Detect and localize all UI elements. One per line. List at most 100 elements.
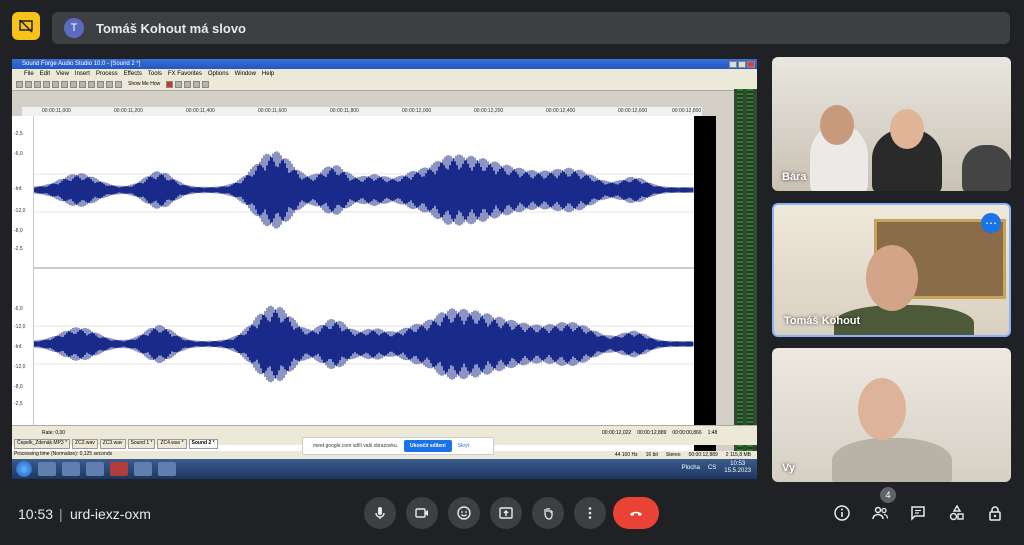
app-menubar: File Edit View Insert Process Effects To… <box>12 69 757 78</box>
toolbar-button[interactable] <box>106 80 113 88</box>
tab-document[interactable]: ZC4.wav * <box>157 439 187 449</box>
forward-icon[interactable] <box>202 80 210 88</box>
zoom-level: 1:48 <box>707 430 718 436</box>
position-readout: 00:00:12,022 00:00:12,889 00:00:00,866 1… <box>602 430 717 436</box>
menu-help[interactable]: Help <box>262 71 274 77</box>
menu-window[interactable]: Window <box>235 71 256 77</box>
camera-button[interactable] <box>406 497 438 529</box>
scale-label: -8,0 <box>14 228 23 234</box>
file-length: 00:00:12,889 <box>688 452 718 458</box>
menu-file[interactable]: File <box>24 71 34 77</box>
minimize-icon[interactable] <box>729 60 737 68</box>
waveform-view[interactable] <box>33 116 694 476</box>
stop-icon[interactable] <box>184 80 192 88</box>
host-controls-button[interactable] <box>982 500 1008 526</box>
play-icon[interactable] <box>175 80 183 88</box>
status-text: Processing time (Normalize): 0,125 secon… <box>14 451 113 457</box>
toolbar-button[interactable] <box>52 80 59 88</box>
tab-document-active[interactable]: Sound 2 * <box>188 439 218 449</box>
taskbar-app-chrome[interactable] <box>86 462 104 476</box>
tab-document[interactable]: Sound 1 * <box>127 439 156 449</box>
maximize-icon[interactable] <box>738 60 746 68</box>
present-button[interactable] <box>490 497 522 529</box>
presenting-badge[interactable] <box>12 12 40 40</box>
hand-icon <box>544 508 553 520</box>
time-ruler: 00:00:11,000 00:00:11,200 00:00:11,400 0… <box>22 107 702 116</box>
toolbar-button[interactable] <box>61 80 68 88</box>
ruler-label: 00:00:11,000 <box>42 108 71 114</box>
menu-fx-favorites[interactable]: FX Favorites <box>168 71 202 77</box>
scale-label: -12,0 <box>14 208 26 214</box>
menu-effects[interactable]: Effects <box>124 71 142 77</box>
present-screen-icon <box>499 507 513 519</box>
menu-process[interactable]: Process <box>96 71 118 77</box>
menu-edit[interactable]: Edit <box>40 71 50 77</box>
microphone-button[interactable] <box>364 497 396 529</box>
waveform-graphic <box>33 151 694 383</box>
divider: | <box>59 506 63 522</box>
leave-call-button[interactable] <box>613 497 659 529</box>
stop-sharing-button[interactable]: Ukončit sdílení <box>404 440 452 452</box>
toolbar-button[interactable] <box>25 80 32 88</box>
participant-tile-bara[interactable]: Bára <box>772 57 1011 191</box>
people-button[interactable] <box>867 500 893 526</box>
lock-person-icon <box>989 506 1001 521</box>
rate-label: Rate: 0,00 <box>42 430 66 436</box>
level-meter-right <box>747 89 753 477</box>
menu-tools[interactable]: Tools <box>148 71 162 77</box>
tab-document[interactable]: Čepelk_Zdenák.MP3 * <box>14 439 71 449</box>
more-vert-icon <box>588 507 592 519</box>
desktop-label[interactable]: Plocha <box>682 465 700 471</box>
scale-label: -Inf. <box>14 344 23 350</box>
ruler-label: 00:00:11,400 <box>186 108 215 114</box>
close-icon[interactable] <box>747 60 755 68</box>
raise-hand-button[interactable] <box>532 497 564 529</box>
meeting-details-button[interactable] <box>829 500 855 526</box>
tab-document[interactable]: ZC3.wav <box>99 439 126 449</box>
more-options-icon[interactable]: ⋯ <box>981 213 1001 233</box>
toolbar-button[interactable] <box>97 80 104 88</box>
participant-tile-self[interactable]: Vy <box>772 348 1011 482</box>
waveform-channel <box>33 151 694 229</box>
menu-view[interactable]: View <box>56 71 69 77</box>
toolbar-button[interactable] <box>79 80 86 88</box>
selection-start: 00:00:12,022 <box>602 430 632 436</box>
toolbar-button[interactable] <box>88 80 95 88</box>
participant-tile-tomas[interactable]: ⋯ Tomáš Kohout <box>772 203 1011 337</box>
chat-button[interactable] <box>905 500 931 526</box>
presenter-text: Tomáš Kohout má slovo <box>96 20 246 36</box>
clock-time: 10:53 <box>730 461 746 467</box>
app-titlebar: Sound Forge Audio Studio 10.0 - [Sound 2… <box>12 59 757 69</box>
reactions-button[interactable] <box>448 497 480 529</box>
toolbar-button[interactable] <box>115 80 122 88</box>
scale-label: -2,5 <box>14 246 23 252</box>
taskbar-app-word[interactable] <box>158 462 176 476</box>
ruler-label: 00:00:11,800 <box>330 108 359 114</box>
taskbar-app-media[interactable] <box>134 462 152 476</box>
toolbar-button[interactable] <box>34 80 41 88</box>
ruler-label: 00:00:12,000 <box>402 108 432 114</box>
start-button[interactable] <box>16 461 32 477</box>
ruler-label: 00:00:12,600 <box>618 108 648 114</box>
toolbar-button[interactable] <box>43 80 50 88</box>
ruler-label: 00:00:11,600 <box>258 108 287 114</box>
person-head <box>866 245 918 311</box>
menu-insert[interactable]: Insert <box>75 71 90 77</box>
rewind-icon[interactable] <box>193 80 201 88</box>
tab-document[interactable]: ZC2.wav <box>72 439 98 449</box>
activities-button[interactable] <box>944 500 970 526</box>
taskbar-app-explorer[interactable] <box>38 462 56 476</box>
language-indicator[interactable]: CS <box>708 465 716 471</box>
taskbar-app-folder[interactable] <box>62 462 80 476</box>
hide-notice-link[interactable]: Skrýt <box>458 443 469 449</box>
record-icon[interactable] <box>166 80 174 88</box>
show-me-how-button[interactable]: Show Me How <box>128 81 160 87</box>
taskbar-clock[interactable]: 10:53 15.5.2023 <box>724 461 751 475</box>
toolbar-button[interactable] <box>16 80 23 88</box>
menu-options[interactable]: Options <box>208 71 229 77</box>
sample-rate: 44 100 Hz <box>614 452 638 458</box>
toolbar-button[interactable] <box>70 80 77 88</box>
selection-end: 00:00:12,889 <box>637 430 667 436</box>
more-options-button[interactable] <box>574 497 606 529</box>
taskbar-app-soundforge[interactable] <box>110 462 128 476</box>
